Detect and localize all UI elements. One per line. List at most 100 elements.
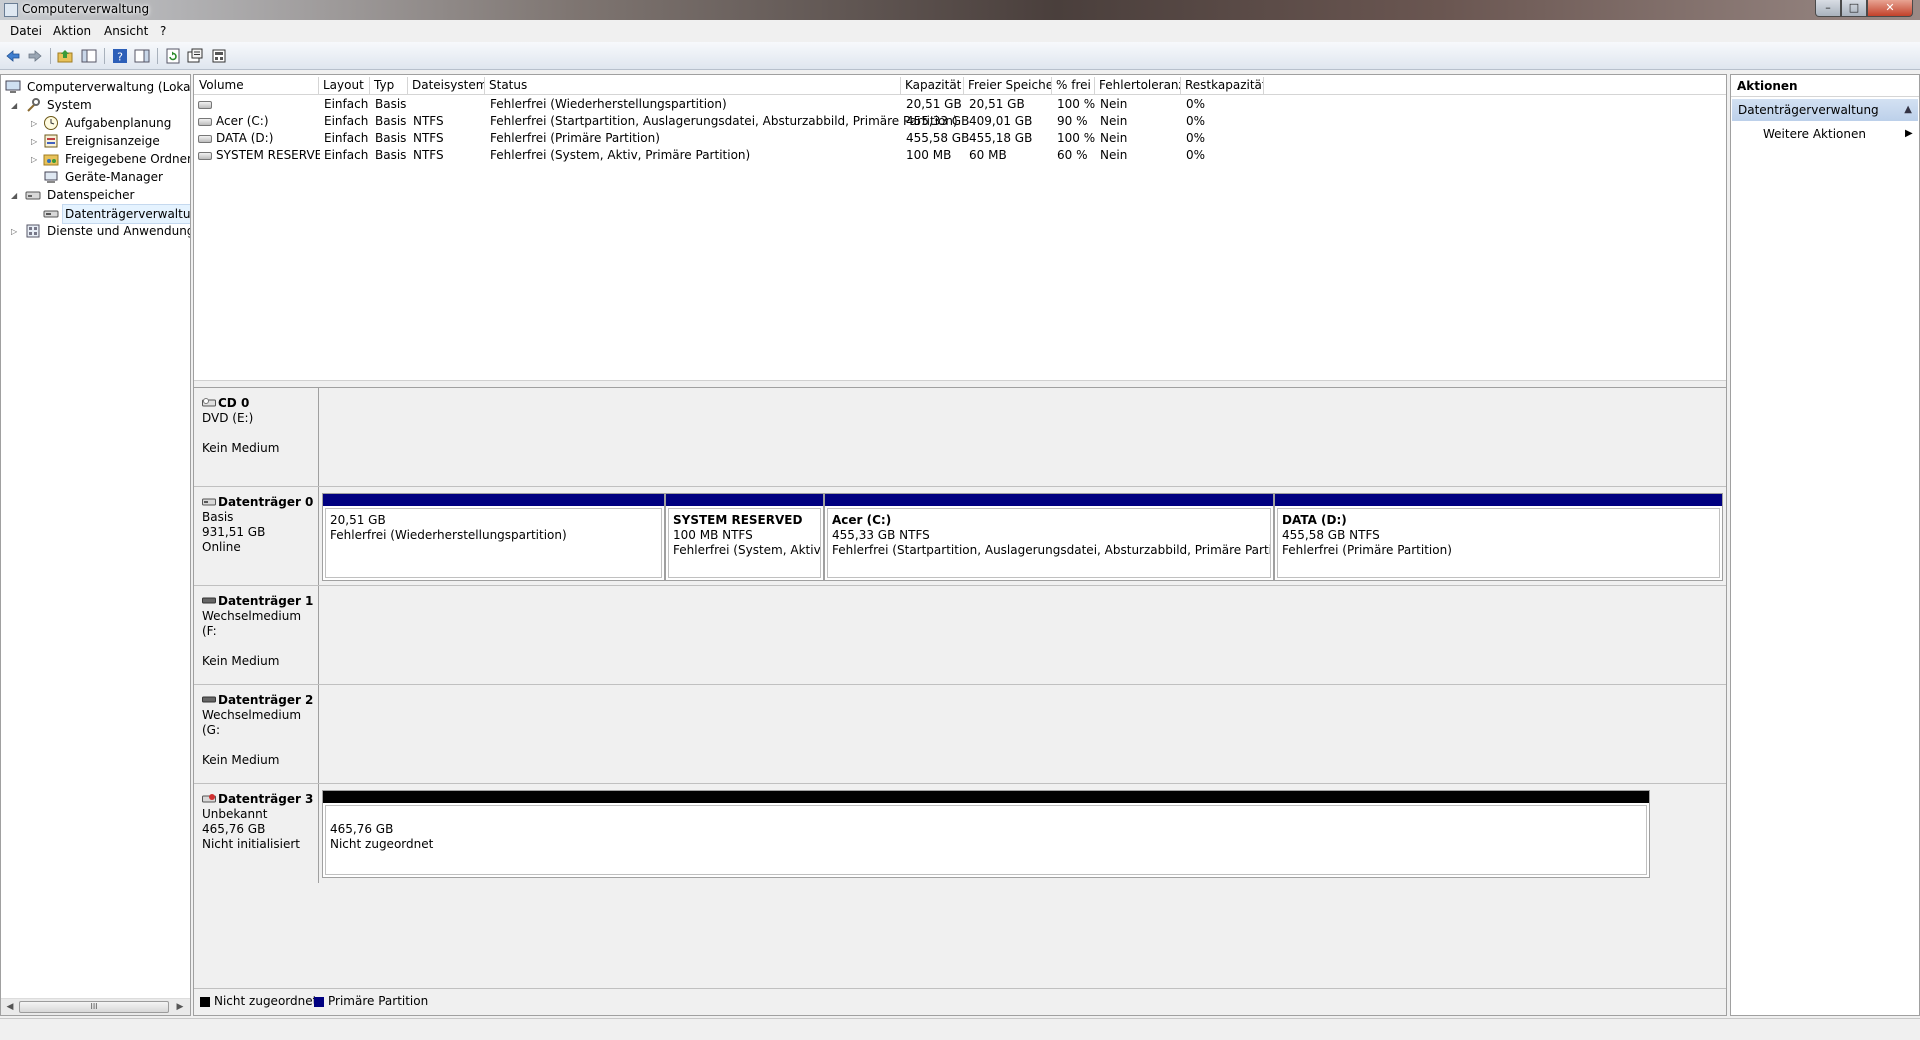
cell-volume: DATA (D:) (216, 131, 274, 145)
show-hide-tree-button[interactable] (80, 47, 98, 65)
maximize-button[interactable]: □ (1841, 0, 1867, 17)
partition-unallocated[interactable]: 465,76 GB Nicht zugeordnet (322, 790, 1650, 878)
disk-label[interactable]: CD 0 DVD (E:) Kein Medium (194, 388, 319, 486)
title-bar: Computerverwaltung – □ ✕ (0, 0, 1920, 20)
disk-status: Kein Medium (202, 753, 280, 767)
expand-icon[interactable]: ▷ (11, 227, 20, 236)
disk-row-disk3[interactable]: Datenträger 3 Unbekannt 465,76 GB Nicht … (194, 784, 1726, 883)
tree-label: Aufgabenplanung (65, 116, 172, 130)
collapse-icon[interactable]: ◢ (11, 191, 20, 200)
scroll-thumb[interactable]: III (19, 1001, 169, 1013)
disk-label[interactable]: Datenträger 1 Wechselmedium (F: Kein Med… (194, 586, 319, 684)
menu-aktion[interactable]: Aktion (53, 24, 91, 38)
weitere-aktionen-item[interactable]: Weitere Aktionen (1763, 127, 1866, 141)
legend-label-primary: Primäre Partition (328, 994, 429, 1008)
partition-name: Acer (C:) (832, 513, 892, 527)
disk-row-disk1[interactable]: Datenträger 1 Wechselmedium (F: Kein Med… (194, 586, 1726, 685)
table-row[interactable]: DATA (D:) Einfach Basis NTFS Fehlerfrei … (194, 130, 1726, 147)
disk-label[interactable]: Datenträger 0 Basis 931,51 GB Online (194, 487, 319, 585)
removable-drive-icon (202, 696, 216, 703)
horizontal-scrollbar[interactable]: ◀ III ▶ (1, 998, 190, 1015)
primary-partition-band (666, 494, 823, 506)
cell-status: Fehlerfrei (Startpartition, Auslagerungs… (490, 114, 958, 128)
volume-icon (198, 152, 212, 160)
refresh-icon (166, 48, 180, 64)
scroll-left-icon[interactable]: ◀ (3, 1001, 17, 1014)
cell-prozent-frei: 90 % (1057, 114, 1088, 128)
cell-restkapazitaet: 0% (1186, 131, 1206, 145)
disk-row-disk2[interactable]: Datenträger 2 Wechselmedium (G: Kein Med… (194, 685, 1726, 784)
refresh-button[interactable] (164, 47, 182, 65)
table-row[interactable]: Acer (C:) Einfach Basis NTFS Fehlerfrei … (194, 113, 1726, 130)
collapse-icon[interactable]: ◢ (11, 101, 20, 110)
disk-name: Datenträger 1 (218, 594, 314, 608)
column-header-freier-speicher[interactable]: Freier Speicher (964, 77, 1052, 94)
expand-icon[interactable]: ▷ (31, 119, 40, 128)
column-header-typ[interactable]: Typ (370, 77, 408, 94)
up-button[interactable] (56, 47, 74, 65)
disk-name: Datenträger 3 (218, 792, 314, 806)
cell-restkapazitaet: 0% (1186, 114, 1206, 128)
disk-label[interactable]: Datenträger 3 Unbekannt 465,76 GB Nicht … (194, 784, 319, 883)
cell-restkapazitaet: 0% (1186, 97, 1206, 111)
primary-partition-band (1275, 494, 1722, 506)
tree-label: Freigegebene Ordner (65, 152, 191, 166)
column-header-kapazitaet[interactable]: Kapazität (901, 77, 964, 94)
disk-label[interactable]: Datenträger 2 Wechselmedium (G: Kein Med… (194, 685, 319, 783)
collapse-up-icon[interactable]: ▲ (1904, 104, 1912, 115)
back-button[interactable] (4, 47, 22, 65)
help-button[interactable]: ? (111, 47, 129, 65)
cell-restkapazitaet: 0% (1186, 148, 1206, 162)
menu-datei[interactable]: Datei (10, 24, 42, 38)
cell-status: Fehlerfrei (Wiederherstellungspartition) (490, 97, 727, 111)
properties-button[interactable] (186, 47, 204, 65)
disk-name: CD 0 (218, 396, 250, 410)
tree-label: System (47, 98, 92, 112)
cell-prozent-frei: 60 % (1057, 148, 1088, 162)
expand-icon[interactable]: ▷ (31, 155, 40, 164)
disk-name: Datenträger 0 (218, 495, 314, 509)
properties-pane-icon (134, 49, 150, 63)
disk-row-disk0[interactable]: Datenträger 0 Basis 931,51 GB Online 20,… (194, 487, 1726, 586)
menu-help[interactable]: ? (160, 24, 166, 38)
cell-typ: Basis (375, 114, 407, 128)
show-hide-action-pane-button[interactable] (133, 47, 151, 65)
minimize-button[interactable]: – (1815, 0, 1841, 17)
partition-data-d[interactable]: DATA (D:) 455,58 GB NTFS Fehlerfrei (Pri… (1274, 493, 1723, 581)
partition-acer-c[interactable]: Acer (C:) 455,33 GB NTFS Fehlerfrei (Sta… (824, 493, 1274, 581)
submenu-arrow-icon[interactable]: ▶ (1905, 128, 1913, 139)
unknown-disk-icon (202, 794, 216, 803)
status-bar (0, 1018, 1920, 1040)
table-row[interactable]: Einfach Basis Fehlerfrei (Wiederherstell… (194, 96, 1726, 113)
disk-status: Kein Medium (202, 654, 280, 668)
primary-partition-band (323, 494, 664, 506)
expand-icon[interactable]: ▷ (31, 137, 40, 146)
close-button[interactable]: ✕ (1867, 0, 1913, 17)
forward-button[interactable] (26, 47, 44, 65)
pane-splitter[interactable] (194, 380, 1726, 388)
actions-section-datentraegerverwaltung[interactable]: Datenträgerverwaltung ▲ (1732, 99, 1918, 121)
menu-ansicht[interactable]: Ansicht (104, 24, 148, 38)
table-row[interactable]: SYSTEM RESERVED Einfach Basis NTFS Fehle… (194, 147, 1726, 164)
column-header-prozent-frei[interactable]: % frei (1052, 77, 1095, 94)
partition-system-reserved[interactable]: SYSTEM RESERVED 100 MB NTFS Fehlerfrei (… (665, 493, 824, 581)
toolbar-separator (104, 48, 105, 64)
legend-swatch-unallocated (200, 997, 210, 1007)
cell-volume: Acer (C:) (216, 114, 269, 128)
cell-freier-speicher: 60 MB (969, 148, 1007, 162)
disk-row-cd0[interactable]: CD 0 DVD (E:) Kein Medium (194, 388, 1726, 487)
scroll-right-icon[interactable]: ▶ (173, 1001, 187, 1014)
column-header-dateisystem[interactable]: Dateisystem (408, 77, 485, 94)
up-folder-icon (57, 50, 73, 63)
column-header-layout[interactable]: Layout (319, 77, 370, 94)
cell-volume (216, 96, 316, 113)
column-header-fehlertoleranz[interactable]: Fehlertoleranz (1095, 77, 1181, 94)
event-viewer-icon (43, 133, 59, 149)
partition-recovery[interactable]: 20,51 GB Fehlerfrei (Wiederherstellungsp… (322, 493, 665, 581)
snapin-button[interactable] (210, 47, 228, 65)
disk-status: Online (202, 540, 241, 554)
column-header-status[interactable]: Status (485, 77, 901, 94)
cell-typ: Basis (375, 131, 407, 145)
column-header-restkapazitaet[interactable]: Restkapazität (1181, 77, 1264, 94)
column-header-volume[interactable]: Volume (195, 77, 319, 94)
